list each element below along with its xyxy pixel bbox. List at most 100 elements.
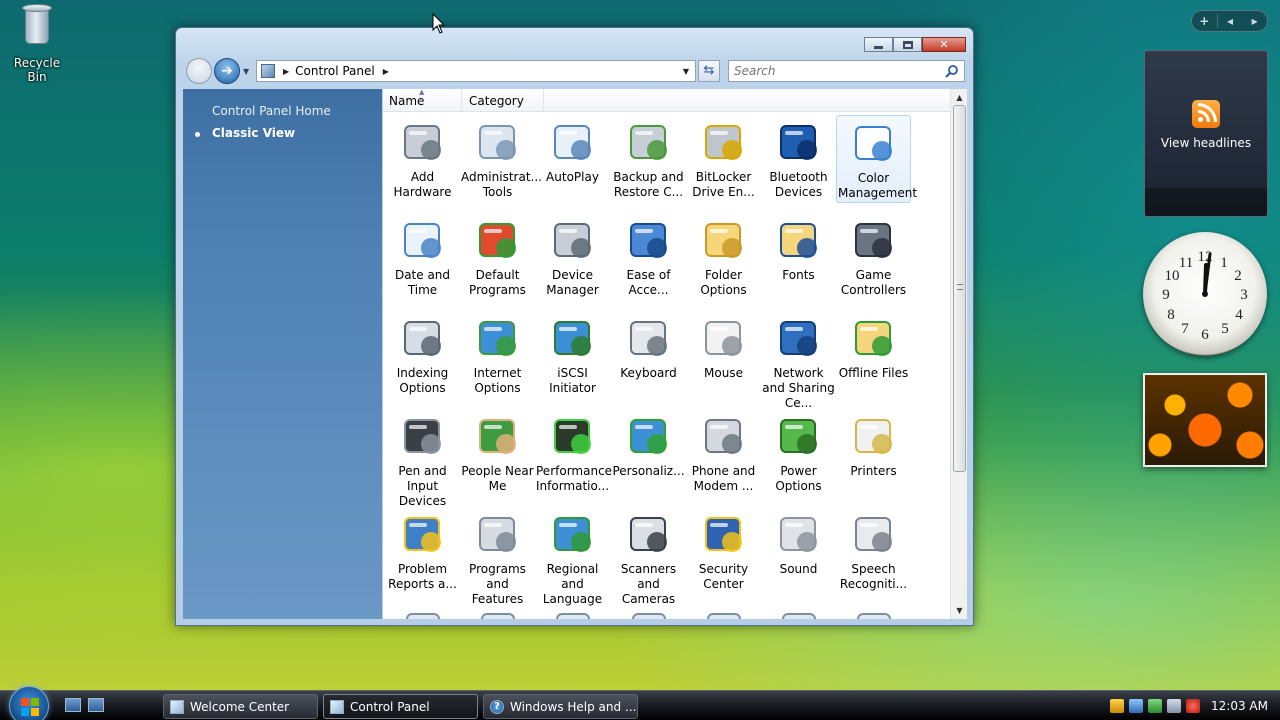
switch-windows-icon[interactable] <box>88 698 104 712</box>
control-panel-item[interactable]: Speech Recogniti... <box>836 507 911 595</box>
column-category[interactable]: Category <box>463 89 544 112</box>
control-panel-item[interactable]: Phone and Modem ... <box>686 409 761 497</box>
security-shield-icon[interactable] <box>1110 699 1125 713</box>
control-panel-item[interactable]: Scanners and Cameras <box>611 507 686 606</box>
address-bar[interactable]: ▶ Control Panel ▶ ▼ <box>256 60 696 82</box>
taskbar-clock[interactable]: 12:03 AM <box>1211 699 1268 713</box>
control-panel-item[interactable]: People Near Me <box>460 409 535 497</box>
control-panel-item[interactable]: Power Options <box>761 409 836 497</box>
control-panel-item[interactable]: Programs and Features <box>460 507 535 606</box>
taskbar-windows-help[interactable]: ? Windows Help and ... <box>483 694 638 719</box>
taskbar-label: Windows Help and ... <box>510 699 637 714</box>
control-panel-item[interactable]: Network and Sharing Ce... <box>761 311 836 410</box>
control-panel-item[interactable]: Folder Options <box>686 213 761 301</box>
forward-button[interactable]: ➔ <box>214 58 240 84</box>
control-panel-item[interactable]: Date and Time <box>385 213 460 301</box>
column-name[interactable]: ▲ Name <box>383 89 462 112</box>
control-panel-item[interactable]: Security Center <box>686 507 761 595</box>
control-panel-item-partial[interactable] <box>535 605 610 619</box>
scanner-icon <box>625 510 673 558</box>
item-label: Printers <box>850 464 897 478</box>
partial-item-icon <box>625 608 673 619</box>
control-panel-item[interactable]: Regional and Language ... <box>535 507 610 619</box>
close-button[interactable]: ✕ <box>922 37 966 52</box>
control-panel-item-partial[interactable] <box>836 605 911 619</box>
control-panel-item-partial[interactable] <box>611 605 686 619</box>
search-box[interactable] <box>728 60 965 82</box>
control-panel-item[interactable]: Offline Files <box>836 311 911 399</box>
control-panel-item[interactable]: Internet Options <box>460 311 535 399</box>
notification-area: 12:03 AM <box>1110 691 1280 720</box>
control-panel-item-partial[interactable] <box>460 605 535 619</box>
search-icon[interactable] <box>945 64 959 78</box>
refresh-button[interactable]: ⇆ <box>698 60 720 82</box>
minimize-button[interactable] <box>864 37 893 52</box>
breadcrumb-arrow-icon[interactable]: ▶ <box>283 67 289 76</box>
device-manager-icon <box>549 216 597 264</box>
control-panel-item[interactable]: Default Programs <box>460 213 535 301</box>
slideshow-gadget[interactable] <box>1143 373 1267 467</box>
control-panel-item-partial[interactable] <box>385 605 460 619</box>
control-panel-item[interactable]: BitLocker Drive En... <box>686 115 761 203</box>
scroll-down-icon[interactable]: ▼ <box>953 606 966 615</box>
control-panel-item[interactable]: Ease of Acce... <box>611 213 686 301</box>
breadcrumb-arrow-icon[interactable]: ▶ <box>383 67 389 76</box>
network-tray-icon[interactable] <box>1129 699 1144 713</box>
control-panel-item[interactable]: Device Manager <box>535 213 610 301</box>
partial-item-icon <box>399 608 447 619</box>
control-panel-item[interactable]: Problem Reports a... <box>385 507 460 595</box>
control-panel-item[interactable]: iSCSI Initiator <box>535 311 610 399</box>
scroll-thumb[interactable] <box>953 105 966 472</box>
column-category-label: Category <box>469 94 524 108</box>
add-gadget-button[interactable]: + <box>1192 14 1218 28</box>
control-panel-item[interactable]: Administrat... Tools <box>460 115 542 203</box>
control-panel-item[interactable]: Add Hardware <box>385 115 460 203</box>
update-tray-icon[interactable] <box>1148 699 1163 713</box>
clock-gadget[interactable]: 12 1 2 3 4 5 6 7 8 9 10 11 <box>1143 232 1267 356</box>
autoplay-icon <box>549 118 597 166</box>
scroll-up-icon[interactable]: ▲ <box>953 93 966 102</box>
maximize-button[interactable] <box>893 37 922 52</box>
mouse-icon <box>700 314 748 362</box>
control-panel-item[interactable]: Fonts <box>761 213 836 301</box>
start-button[interactable] <box>9 686 49 720</box>
vertical-scrollbar[interactable]: ▲ ▼ <box>950 89 967 619</box>
taskbar-welcome-center[interactable]: Welcome Center <box>163 694 318 719</box>
control-panel-item[interactable]: Color Management <box>836 115 917 203</box>
classic-view-link[interactable]: Classic View <box>212 126 295 140</box>
item-label: Game Controllers <box>840 268 907 297</box>
back-button[interactable] <box>186 58 212 84</box>
gadget-prev-icon[interactable]: ◂ <box>1218 14 1243 28</box>
control-panel-item-partial[interactable] <box>761 605 836 619</box>
control-panel-item[interactable]: Mouse <box>686 311 761 399</box>
control-panel-item[interactable]: Keyboard <box>611 311 686 399</box>
clock-number-11: 11 <box>1179 255 1193 271</box>
feed-headlines-gadget[interactable]: View headlines <box>1144 50 1268 217</box>
recycle-bin[interactable]: Recycle Bin <box>4 2 70 84</box>
item-label: Add Hardware <box>393 170 452 199</box>
show-desktop-icon[interactable] <box>65 698 81 712</box>
control-panel-item-partial[interactable] <box>686 605 761 619</box>
control-panel-item[interactable]: Game Controllers <box>836 213 911 301</box>
search-input[interactable] <box>729 61 929 81</box>
item-label: Security Center <box>698 562 749 591</box>
control-panel-item[interactable]: Printers <box>836 409 911 497</box>
connection-tray-icon[interactable] <box>1167 699 1182 713</box>
taskbar-control-panel[interactable]: Control Panel <box>323 694 478 719</box>
control-panel-item[interactable]: Indexing Options <box>385 311 460 399</box>
control-panel-item[interactable]: Pen and Input Devices <box>385 409 460 508</box>
control-panel-item[interactable]: Sound <box>761 507 836 595</box>
recent-pages-dropdown-icon[interactable]: ▼ <box>243 67 249 76</box>
control-panel-home-link[interactable]: Control Panel Home <box>212 104 331 118</box>
partial-item-icon <box>850 608 898 619</box>
control-panel-item[interactable]: Bluetooth Devices <box>761 115 836 203</box>
control-panel-item[interactable]: AutoPlay <box>535 115 610 203</box>
volume-muted-icon[interactable] <box>1186 699 1201 713</box>
control-panel-item[interactable]: Personaliz... <box>611 409 686 497</box>
control-panel-item[interactable]: Performance Informatio... <box>535 409 612 497</box>
breadcrumb-control-panel[interactable]: Control Panel <box>295 64 375 78</box>
gadget-next-icon[interactable]: ▸ <box>1242 14 1267 28</box>
control-panel-item[interactable]: Backup and Restore C... <box>611 115 686 203</box>
address-dropdown-icon[interactable]: ▼ <box>683 67 689 76</box>
default-programs-icon <box>474 216 522 264</box>
